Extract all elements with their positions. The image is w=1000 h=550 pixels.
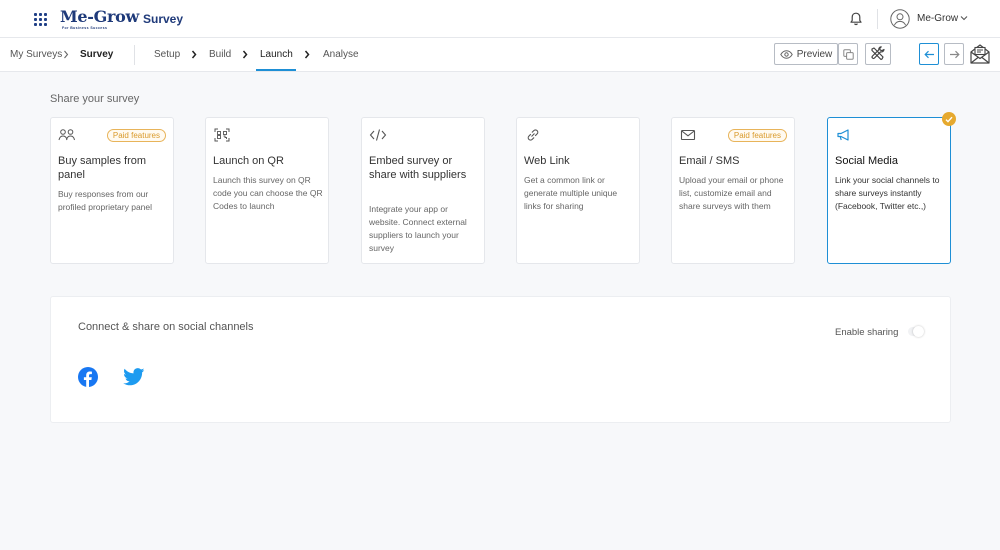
card-embed-survey[interactable]: Embed survey or share with suppliers Int… — [361, 117, 485, 264]
card-description: Link your social channels to share surve… — [835, 175, 940, 211]
step-build[interactable]: Build — [209, 49, 231, 60]
card-title: Social Media — [835, 155, 898, 167]
app-grid-icon[interactable] — [34, 13, 47, 26]
breadcrumb-my-surveys[interactable]: My Surveys — [10, 49, 62, 60]
chevron-down-icon[interactable] — [960, 15, 968, 21]
bell-icon[interactable] — [848, 11, 864, 27]
card-email-sms[interactable]: Paid features Email / SMS Upload your em… — [671, 117, 795, 264]
tools-icon — [871, 46, 885, 61]
send-mail-icon[interactable] — [968, 42, 992, 66]
card-description: Buy responses from our profiled propriet… — [58, 189, 153, 212]
arrow-left-icon — [923, 50, 934, 58]
logo-tagline: For Business Success — [62, 26, 108, 30]
top-bar: Me-Grow For Business Success Survey Me-G… — [0, 0, 1000, 38]
nav-divider — [134, 45, 135, 65]
card-description: Launch this survey on QR code you can ch… — [213, 175, 323, 211]
card-launch-qr[interactable]: Launch on QR Launch this survey on QR co… — [205, 117, 329, 264]
card-description: Upload your email or phone list, customi… — [679, 175, 784, 211]
header-divider — [877, 9, 878, 29]
social-share-panel: Connect & share on social channels Enabl… — [50, 296, 951, 423]
active-step-indicator — [256, 69, 296, 71]
forward-button[interactable] — [944, 43, 964, 65]
card-title: Buy samples from panel — [58, 155, 147, 181]
chevron-right-icon — [191, 50, 197, 59]
people-icon — [58, 129, 75, 141]
toggle-knob — [913, 326, 924, 337]
chevron-right-icon — [304, 50, 310, 59]
nav-bar: My Surveys Survey Setup Build Launch Ana… — [0, 38, 1000, 72]
section-title: Share your survey — [50, 93, 140, 105]
megaphone-icon — [837, 129, 849, 141]
user-name[interactable]: Me-Grow — [917, 13, 958, 24]
copy-button[interactable] — [838, 43, 858, 65]
code-icon — [369, 129, 387, 141]
user-avatar-icon[interactable] — [890, 9, 910, 29]
paid-features-badge: Paid features — [106, 129, 166, 142]
card-social-media[interactable]: Social Media Link your social channels t… — [827, 112, 956, 264]
panel-title: Connect & share on social channels — [78, 321, 254, 333]
step-analyse[interactable]: Analyse — [323, 49, 359, 60]
chevron-right-icon — [242, 50, 248, 59]
breadcrumb-survey: Survey — [80, 49, 114, 60]
tools-button[interactable] — [865, 43, 891, 65]
card-buy-samples[interactable]: Paid features Buy samples from panel Buy… — [50, 117, 174, 264]
twitter-icon[interactable] — [123, 368, 145, 386]
paid-features-badge: Paid features — [727, 129, 787, 142]
back-button[interactable] — [919, 43, 939, 65]
copy-icon — [842, 48, 854, 60]
card-title: Email / SMS — [679, 155, 740, 167]
card-title: Embed survey or share with suppliers — [369, 155, 467, 181]
card-web-link[interactable]: Web Link Get a common link or generate m… — [516, 117, 640, 264]
eye-icon — [779, 49, 793, 59]
qr-code-icon — [214, 128, 230, 142]
card-description: Get a common link or generate multiple u… — [524, 175, 618, 211]
envelope-icon — [680, 129, 696, 141]
card-description: Integrate your app or website. Connect e… — [369, 204, 467, 253]
selected-check-icon — [942, 112, 956, 126]
chevron-right-icon — [64, 50, 69, 59]
logo[interactable]: Me-Grow For Business Success — [60, 7, 139, 30]
enable-sharing-label: Enable sharing — [835, 327, 899, 338]
preview-button[interactable]: Preview — [774, 43, 838, 65]
card-title: Web Link — [524, 155, 570, 167]
link-icon — [527, 129, 539, 141]
step-setup[interactable]: Setup — [154, 49, 180, 60]
facebook-icon[interactable] — [78, 367, 98, 387]
card-title: Launch on QR — [213, 155, 284, 167]
step-launch[interactable]: Launch — [260, 49, 293, 60]
preview-label: Preview — [796, 48, 833, 60]
enable-sharing-toggle[interactable] — [908, 326, 924, 337]
app-name: Survey — [143, 12, 184, 26]
arrow-right-icon — [949, 50, 960, 58]
logo-text: Me-Grow — [60, 7, 139, 26]
